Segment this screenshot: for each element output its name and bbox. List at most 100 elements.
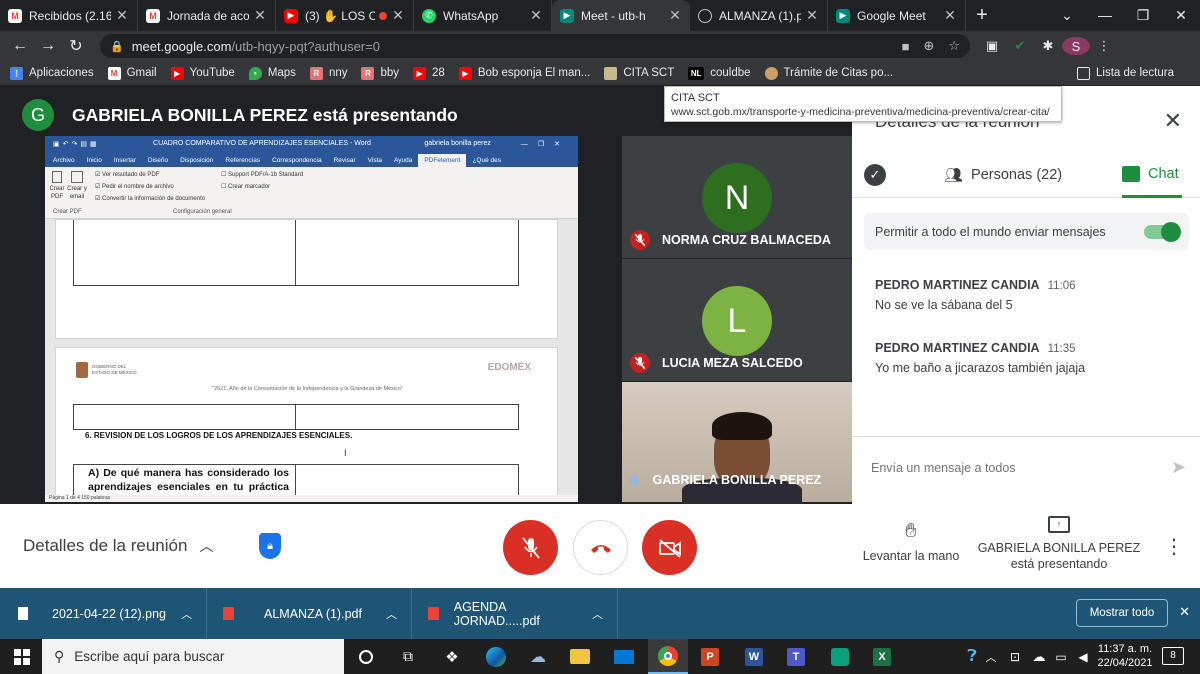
word-menu-item[interactable]: Disposición xyxy=(174,154,219,167)
bookmark-nny[interactable]: Rnny xyxy=(309,66,347,80)
star-icon[interactable]: ☆ xyxy=(948,38,960,54)
bookmark-bob-esponja[interactable]: ▶ Bob esponja El man... xyxy=(458,66,590,80)
word-menu-item[interactable]: Correspondencia xyxy=(266,154,328,167)
puzzle-icon[interactable]: ✱ xyxy=(1034,38,1062,54)
minimize-icon[interactable]: — xyxy=(1086,0,1124,31)
download-item[interactable]: 2021-04-22 (12).png ︿ xyxy=(0,588,207,639)
kebab-menu-icon[interactable]: ⋮ xyxy=(1090,38,1118,54)
security-shield-icon[interactable]: 🔒︎ xyxy=(259,533,281,559)
ribbon-check-3[interactable]: ☑ Convertir la información de documento xyxy=(95,195,205,202)
presenting-button[interactable]: ↑ GABRIELA BONILLA PEREZ está presentand… xyxy=(976,516,1142,571)
close-icon[interactable]: ✕ xyxy=(529,7,543,24)
download-item[interactable]: ALMANZA (1).pdf ︿ xyxy=(207,588,412,639)
zoom-icon[interactable]: ⊕ xyxy=(923,38,934,54)
volume-icon[interactable]: ◀︎ xyxy=(1072,639,1094,674)
ribbon-check-2[interactable]: ☑ Pedir el nombre de archivo xyxy=(95,183,174,190)
word-menu-item[interactable]: Diseño xyxy=(142,154,174,167)
clipboard-icon[interactable]: ▣ xyxy=(978,38,1006,54)
profile-avatar[interactable]: S xyxy=(1062,37,1090,55)
word-menu-item[interactable]: Ayuda xyxy=(388,154,418,167)
tab-jornada[interactable]: M Jornada de acomp ✕ xyxy=(138,0,276,31)
chevron-up-icon[interactable]: ︿ xyxy=(592,606,603,622)
mail-icon[interactable] xyxy=(604,639,644,674)
tab-google-meet[interactable]: ▶ Google Meet ✕ xyxy=(828,0,966,31)
participant-tile-norma[interactable]: N NORMA CRUZ BALMACEDA xyxy=(622,136,852,258)
bookmark-couldbe[interactable]: NL couldbe xyxy=(688,66,751,80)
lock-icon[interactable]: 🔒 xyxy=(110,40,124,53)
word-menu-item[interactable]: ¿Qué des xyxy=(466,154,507,167)
word-menu-item[interactable]: Revisar xyxy=(328,154,362,167)
app-icon[interactable]: ☁ xyxy=(518,639,558,674)
download-item[interactable]: AGENDA JORNAD.....pdf ︿ xyxy=(412,588,618,639)
bookmark-youtube[interactable]: ▶ YouTube xyxy=(170,66,235,80)
word-icon[interactable]: W xyxy=(734,639,774,674)
check-extension-icon[interactable]: ✔ xyxy=(1006,38,1034,54)
dropbox-icon[interactable]: ❖ xyxy=(432,639,472,674)
cortana-icon[interactable] xyxy=(346,639,386,674)
tab-info[interactable]: ✓ xyxy=(864,164,886,186)
taskbar-search[interactable]: ⚲ Escribe aquí para buscar xyxy=(42,639,344,674)
close-icon[interactable]: ✕ xyxy=(943,7,957,24)
new-tab-button[interactable]: + xyxy=(966,0,998,31)
tab-search-icon[interactable]: ⌄ xyxy=(1048,0,1086,31)
word-menu-item[interactable]: Referencias xyxy=(219,154,266,167)
shared-screen[interactable]: ▣↶↷▤▦ CUADRO COMPARATIVO DE APRENDIZAJES… xyxy=(45,136,578,502)
tab-gmail-inbox[interactable]: M Recibidos (2.164) ✕ xyxy=(0,0,138,31)
bookmark-cita-sct[interactable]: CITA SCT xyxy=(604,66,674,80)
close-icon[interactable]: ✕ xyxy=(391,7,405,24)
participant-tile-gabriela-video[interactable]: ılı GABRIELA BONILLA PEREZ xyxy=(622,382,852,508)
edge-icon[interactable] xyxy=(476,639,516,674)
back-icon[interactable]: ← xyxy=(6,37,34,55)
participant-tile-lucia[interactable]: L LUCIA MEZA SALCEDO xyxy=(622,259,852,381)
camera-icon[interactable]: ■ xyxy=(902,39,910,54)
show-all-button[interactable]: Mostrar todo xyxy=(1076,599,1168,627)
task-view-icon[interactable]: ⧉ xyxy=(388,639,428,674)
word-menu-item[interactable]: Archivo xyxy=(47,154,81,167)
restore-icon[interactable]: ❐ xyxy=(1124,0,1162,31)
address-bar[interactable]: 🔒 meet.google.com/utb-hqyy-pqt?authuser=… xyxy=(100,34,970,58)
powerpoint-icon[interactable]: P xyxy=(690,639,730,674)
meeting-details-button[interactable]: Detalles de la reunión ︿ xyxy=(23,536,213,556)
create-pdf-button[interactable]: Crear PDF xyxy=(48,171,66,201)
ribbon-check-4[interactable]: ☐ Support PDF/A-1b Standard xyxy=(221,171,303,178)
meet-tray-icon[interactable]: ⊡ xyxy=(1004,639,1026,674)
network-icon[interactable]: ▭ xyxy=(1050,639,1072,674)
chevron-up-icon[interactable]: ︿ xyxy=(386,606,397,622)
tab-whatsapp[interactable]: ✆ WhatsApp ✕ xyxy=(414,0,552,31)
close-panel-icon[interactable]: ✕ xyxy=(1164,108,1182,134)
word-menu-item[interactable]: Inicio xyxy=(81,154,108,167)
camera-toggle-button[interactable] xyxy=(642,520,697,575)
chevron-up-icon[interactable]: ︿ xyxy=(181,606,192,622)
bookmark-tramite[interactable]: Trámite de Citas po... xyxy=(764,66,893,80)
word-menu-item-active[interactable]: PDFelement xyxy=(418,154,467,167)
teams-icon[interactable]: T xyxy=(776,639,816,674)
windows-start-icon[interactable] xyxy=(2,639,42,674)
close-icon[interactable]: ✕ xyxy=(805,7,819,24)
bookmark-bby[interactable]: Rbby xyxy=(361,66,399,80)
raise-hand-button[interactable]: ✋︎ Levantar la mano xyxy=(856,520,966,563)
chat-input[interactable] xyxy=(871,461,1141,475)
teal-app-icon[interactable] xyxy=(820,639,860,674)
tab-chat[interactable]: Chat xyxy=(1122,152,1182,198)
word-menu-item[interactable]: Insertar xyxy=(108,154,142,167)
notifications-icon[interactable]: 8 xyxy=(1162,647,1184,665)
close-icon[interactable]: ✕ xyxy=(115,7,129,24)
clock[interactable]: 11:37 a. m. 22/04/2021 xyxy=(1094,642,1156,670)
file-explorer-icon[interactable] xyxy=(560,639,600,674)
bookmark-28[interactable]: ▶ 28 xyxy=(413,66,445,80)
close-shelf-icon[interactable]: ✕ xyxy=(1179,604,1190,620)
allow-messages-toggle[interactable] xyxy=(1144,221,1181,242)
close-icon[interactable]: ✕ xyxy=(253,7,267,24)
reload-icon[interactable]: ↻ xyxy=(62,36,90,56)
send-icon[interactable]: ➤ xyxy=(1171,457,1186,478)
mic-toggle-button[interactable] xyxy=(503,520,558,575)
create-email-button[interactable]: Crear y email xyxy=(67,171,87,201)
reading-list-button[interactable]: Lista de lectura xyxy=(1077,66,1174,80)
ribbon-check-1[interactable]: ☑ Ver resultado de PDF xyxy=(95,171,159,178)
tab-people[interactable]: 👥︎ Personas (22) xyxy=(944,166,1062,184)
cloud-icon[interactable]: ☁ xyxy=(1028,639,1050,674)
word-menu-item[interactable]: Vista xyxy=(362,154,388,167)
leave-call-button[interactable] xyxy=(573,520,628,575)
tray-chevron-icon[interactable]: ︿ xyxy=(980,639,1002,674)
tab-youtube[interactable]: ▶ (3) ✋ LOS CINCO ✕ xyxy=(276,0,414,31)
